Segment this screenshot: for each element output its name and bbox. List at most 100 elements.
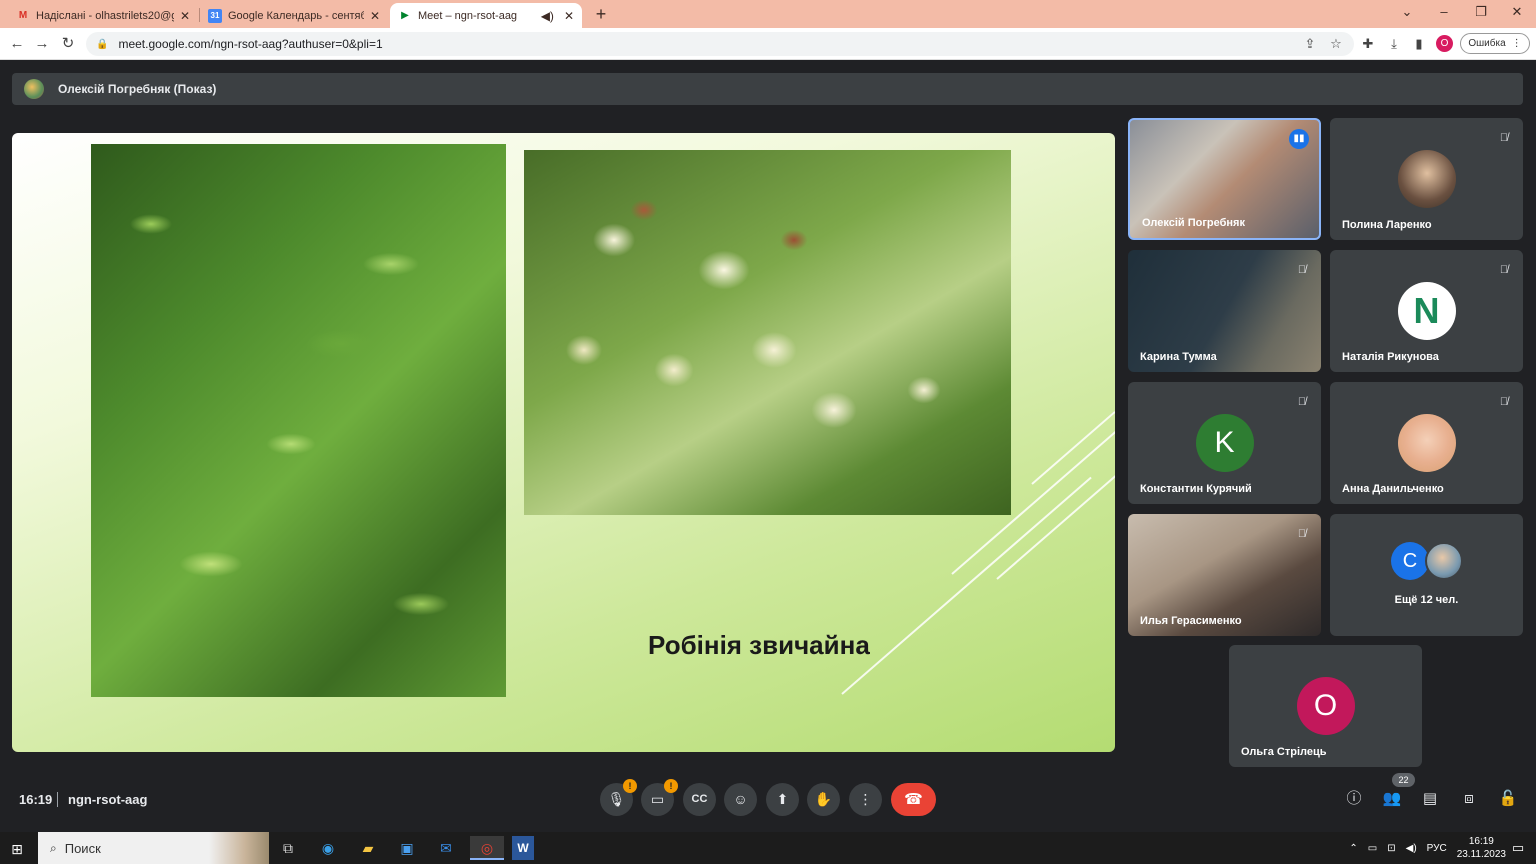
task-view-icon[interactable]: ⧉ (275, 836, 301, 860)
error-button[interactable]: Ошибка ⋮ (1460, 33, 1530, 54)
file-explorer-icon[interactable]: ▰ (355, 836, 381, 860)
speaking-indicator-icon: ▮▮ (1289, 129, 1309, 149)
mic-off-icon: 🎙̸ (1297, 264, 1307, 276)
close-icon[interactable]: ✕ (180, 9, 190, 23)
address-bar[interactable]: 🔒 meet.google.com/ngn-rsot-aag?authuser=… (86, 32, 1354, 56)
word-icon[interactable]: W (512, 836, 534, 860)
participant-name: Константин Курячий (1140, 483, 1252, 495)
participant-name: Илья Герасименко (1140, 615, 1242, 627)
search-placeholder: Поиск (64, 840, 101, 856)
participant-avatar: C (1391, 542, 1429, 580)
present-button[interactable]: ⬆ (766, 783, 799, 816)
chat-button[interactable]: ▤ (1419, 788, 1441, 810)
microphone-button[interactable]: 🎙 ! (600, 779, 637, 816)
chrome-icon[interactable]: ◎ (470, 836, 504, 860)
forward-button[interactable]: → (32, 34, 52, 54)
presenter-avatar (24, 79, 44, 99)
participant-name: Полина Ларенко (1342, 219, 1432, 231)
menu-icon: ⋮ (1511, 38, 1522, 49)
emoji-icon: ☺ (733, 791, 748, 807)
side-panel-icon[interactable]: ▮ (1410, 35, 1428, 53)
search-highlight-image (209, 832, 269, 864)
captions-button[interactable]: CC (683, 783, 716, 816)
close-icon[interactable]: ✕ (564, 9, 574, 23)
tab-meet[interactable]: ▶ Meet – ngn-rsot-aag ◀) ✕ (390, 3, 582, 28)
extensions-icon[interactable]: ✚ (1359, 35, 1377, 53)
people-button[interactable]: 👥 (1381, 788, 1403, 810)
bookmark-star-icon[interactable]: ☆ (1327, 35, 1345, 53)
close-icon[interactable]: ✕ (370, 9, 380, 23)
taskbar-time: 16:19 (1468, 836, 1494, 847)
reload-button[interactable]: ↻ (58, 34, 78, 54)
chat-icon: ▤ (1422, 790, 1438, 807)
more-participants-label: Ещё 12 чел. (1394, 594, 1459, 606)
participant-tile[interactable]: ▮▮ Олексій Погребняк (1128, 118, 1321, 240)
mic-off-icon: 🎙̸ (1499, 396, 1509, 408)
lock-person-icon: 🔓 (1498, 790, 1518, 807)
maximize-button[interactable]: ❐ (1466, 2, 1496, 22)
participant-tile[interactable]: 🎙̸ Илья Герасименко (1128, 514, 1321, 636)
participant-tile[interactable]: 🎙̸ Анна Данильченко (1330, 382, 1523, 504)
windows-start-icon[interactable]: ⊞ (8, 840, 26, 858)
display-icon[interactable]: ▭ (1368, 843, 1377, 854)
browser-tab-strip: M Надіслані - olhastrilets20@gmai ✕ 31 G… (0, 0, 1536, 28)
notification-icon[interactable]: ▭ (1510, 840, 1526, 856)
slide-title: Робінія звичайна (648, 630, 870, 660)
participant-tile[interactable]: 🎙̸ Карина Тумма (1128, 250, 1321, 372)
participant-name: Наталія Рикунова (1342, 351, 1439, 363)
participant-tile[interactable]: 🎙̸ K Константин Курячий (1128, 382, 1321, 504)
phone-hangup-icon: ☎ (904, 791, 923, 808)
edge-icon[interactable]: ◉ (315, 836, 341, 860)
taskbar-search[interactable]: ⌕ Поиск (38, 832, 269, 864)
meeting-clock: 16:19 (19, 792, 53, 807)
taskbar-clock[interactable]: 16:19 23.11.2023 (1457, 835, 1506, 861)
more-vert-icon: ⋮ (858, 791, 873, 807)
meet-icon: ▶ (401, 10, 409, 21)
participant-name: Ольга Стрілець (1241, 746, 1327, 758)
participant-avatar (1425, 542, 1463, 580)
profile-avatar[interactable]: О (1436, 35, 1453, 52)
tab-search-icon[interactable]: ⌄ (1392, 2, 1422, 22)
reactions-button[interactable]: ☺ (724, 783, 757, 816)
activities-icon: ⧈ (1464, 790, 1474, 807)
tab-gmail[interactable]: M Надіслані - olhastrilets20@gmai ✕ (8, 3, 198, 28)
participant-name: Анна Данильченко (1342, 483, 1444, 495)
mic-off-icon: 🎙̸ (1499, 264, 1509, 276)
participant-avatar (1397, 150, 1456, 208)
shared-slide: Робінія звичайна (12, 133, 1115, 752)
network-icon[interactable]: ⊡ (1387, 843, 1395, 854)
more-options-button[interactable]: ⋮ (849, 783, 882, 816)
share-icon[interactable]: ⇪ (1301, 35, 1319, 53)
participant-avatar: N (1397, 282, 1456, 340)
back-button[interactable]: ← (7, 34, 27, 54)
leave-call-button[interactable]: ☎ (891, 783, 936, 816)
participant-avatar (1397, 414, 1456, 472)
tab-calendar[interactable]: 31 Google Календарь - сентябрь 2 ✕ (200, 3, 388, 28)
robinia-flowers-photo (524, 150, 1011, 515)
activities-button[interactable]: ⧈ (1458, 788, 1480, 810)
store-icon[interactable]: ▣ (394, 836, 420, 860)
speaker-icon[interactable]: ◀) (541, 9, 554, 23)
host-controls-button[interactable]: 🔓 (1497, 788, 1519, 810)
new-tab-button[interactable]: + (586, 4, 616, 24)
participant-tile[interactable]: О Ольга Стрілець (1229, 645, 1422, 767)
more-participants-tile[interactable]: C Ещё 12 чел. (1330, 514, 1523, 636)
volume-icon[interactable]: ◀) (1406, 843, 1417, 854)
participant-tile[interactable]: 🎙̸ N Наталія Рикунова (1330, 250, 1523, 372)
minimize-button[interactable]: – (1429, 2, 1459, 22)
mail-icon[interactable]: ✉ (433, 836, 459, 860)
participant-name: Олексій Погребняк (1142, 217, 1245, 229)
input-language[interactable]: РУС (1427, 843, 1447, 854)
download-icon[interactable]: ⤓ (1385, 35, 1403, 53)
url-text: meet.google.com/ngn-rsot-aag?authuser=0&… (118, 37, 383, 51)
camera-warning-badge: ! (664, 779, 678, 793)
raise-hand-button[interactable]: ✋ (807, 783, 840, 816)
meeting-info-button[interactable]: ⓘ (1343, 788, 1365, 810)
camera-button[interactable]: ▭ ! (641, 779, 678, 816)
window-close-button[interactable]: ✕ (1502, 2, 1532, 22)
chevron-up-icon[interactable]: ⌃ (1349, 843, 1357, 854)
gmail-icon: M (18, 10, 28, 21)
hand-icon: ✋ (814, 791, 833, 807)
participant-tile[interactable]: 🎙̸ Полина Ларенко (1330, 118, 1523, 240)
robinia-leaves-photo (91, 144, 506, 697)
